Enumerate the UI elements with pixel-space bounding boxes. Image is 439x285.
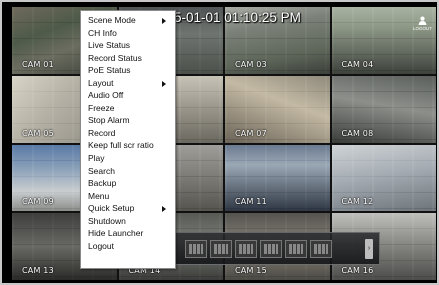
menu-item-layout[interactable]: Layout [81, 77, 175, 90]
submenu-arrow-icon [162, 80, 166, 87]
camera-label: CAM 07 [235, 128, 267, 138]
launcher-layout-button[interactable] [260, 239, 282, 258]
logout-caption: LOGOUT [413, 26, 433, 31]
menu-item-record-status[interactable]: Record Status [81, 52, 175, 65]
camera-tile[interactable]: CAM 07 [225, 75, 330, 143]
datetime-osd: 5-01-01 01:10:25 PM [174, 10, 301, 25]
menu-item-shutdown[interactable]: Shutdown [81, 215, 175, 228]
menu-item-ch-info[interactable]: CH Info [81, 27, 175, 40]
context-menu: Scene Mode CH Info Live Status Record St… [80, 10, 176, 269]
menu-item-live-status[interactable]: Live Status [81, 39, 175, 52]
camera-label: CAM 15 [235, 266, 267, 275]
menu-item-audio-off[interactable]: Audio Off [81, 89, 175, 102]
submenu-arrow-icon [162, 18, 166, 24]
menu-item-search[interactable]: Search [81, 165, 175, 178]
camera-label: CAM 08 [341, 128, 374, 138]
launcher-collapse-icon[interactable]: › [365, 239, 373, 259]
menu-item-logout[interactable]: Logout [81, 240, 175, 253]
grid-icon [214, 243, 228, 254]
camera-tile[interactable]: CAM 08 [331, 75, 436, 143]
camera-label: CAM 11 [235, 197, 267, 207]
logout-button[interactable]: LOGOUT [413, 16, 433, 31]
menu-item-hide-launcher[interactable]: Hide Launcher [81, 227, 175, 240]
menu-item-backup[interactable]: Backup [81, 177, 175, 190]
submenu-arrow-icon [162, 206, 166, 213]
camera-label: CAM 04 [341, 59, 374, 69]
grid-icon [289, 243, 303, 254]
launcher-layout-button[interactable] [210, 239, 232, 258]
launcher-layout-button[interactable] [285, 239, 307, 258]
camera-label: CAM 03 [235, 59, 267, 69]
camera-tile[interactable]: CAM 11 [225, 144, 330, 212]
camera-label: CAM 13 [22, 266, 54, 275]
menu-item-stop-alarm[interactable]: Stop Alarm [81, 114, 175, 127]
grid-icon [239, 243, 253, 254]
menu-item-keep-full-ratio[interactable]: Keep full scr ratio [81, 139, 175, 152]
launcher-layout-button[interactable] [185, 239, 207, 258]
menu-item-record[interactable]: Record [81, 127, 175, 140]
launcher-layout-button[interactable] [235, 239, 257, 258]
menu-item-play[interactable]: Play [81, 152, 175, 165]
menu-item-quick-setup[interactable]: Quick Setup [81, 202, 175, 215]
launcher-layout-button[interactable] [310, 239, 332, 258]
camera-label: CAM 01 [22, 59, 54, 69]
camera-label: CAM 09 [22, 197, 54, 207]
menu-item-menu[interactable]: Menu [81, 190, 175, 203]
menu-item-scene-mode[interactable]: Scene Mode [81, 14, 175, 27]
camera-tile[interactable]: CAM 12 [331, 144, 436, 212]
camera-label: CAM 16 [341, 266, 374, 275]
camera-label: CAM 05 [22, 128, 54, 138]
menu-item-freeze[interactable]: Freeze [81, 102, 175, 115]
menu-item-poe-status[interactable]: PoE Status [81, 64, 175, 77]
camera-label: CAM 12 [341, 197, 374, 207]
user-icon [418, 16, 426, 25]
grid-icon [314, 243, 328, 254]
launcher-bar: › [174, 232, 380, 265]
grid-icon [189, 243, 203, 254]
grid-icon [264, 243, 278, 254]
